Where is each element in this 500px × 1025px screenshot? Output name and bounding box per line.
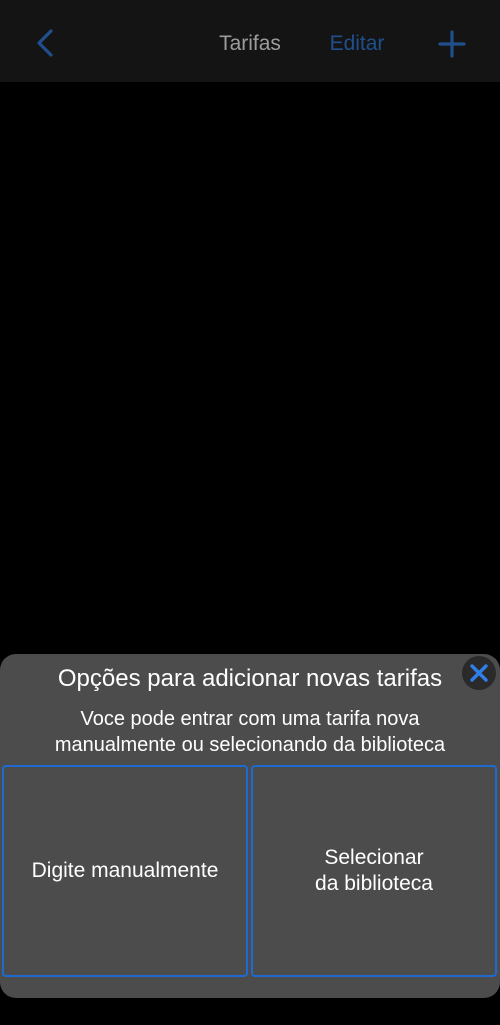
select-from-library-label: Selecionar da biblioteca	[315, 846, 433, 895]
navigation-bar: Tarifas Editar	[0, 0, 500, 82]
chevron-left-icon	[37, 29, 53, 57]
add-tariff-options-sheet: Opções para adicionar novas tarifas Voce…	[0, 654, 500, 998]
enter-manually-label: Digite manualmente	[31, 859, 219, 882]
add-button[interactable]	[434, 28, 470, 60]
page-title: Tarifas	[219, 32, 281, 55]
select-from-library-button[interactable]: Selecionar da biblioteca	[251, 765, 497, 977]
screen: Tarifas Editar Opções para adicionar nov…	[0, 0, 500, 1025]
sheet-description-line-2: manualmente ou selecionando da bibliotec…	[54, 734, 446, 756]
close-button[interactable]	[462, 656, 496, 690]
sheet-title: Opções para adicionar novas tarifas	[57, 665, 443, 692]
back-button[interactable]	[30, 26, 62, 60]
close-icon	[470, 664, 488, 682]
edit-button[interactable]: Editar	[322, 31, 392, 57]
sheet-description: Voce pode entrar com uma tarifa nova man…	[0, 706, 500, 758]
plus-icon	[438, 30, 466, 58]
sheet-description-line-1: Voce pode entrar com uma tarifa nova	[80, 708, 420, 730]
enter-manually-button[interactable]: Digite manualmente	[2, 765, 248, 977]
